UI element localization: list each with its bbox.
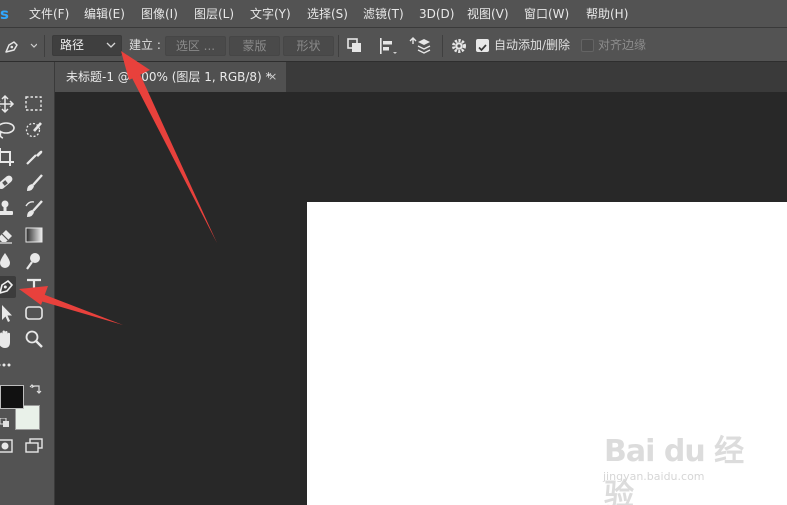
align-left-icon [380, 38, 397, 54]
eraser-tool[interactable] [0, 224, 16, 246]
menu-3d[interactable]: 3D(D) [419, 0, 454, 28]
dodge-tool[interactable] [23, 250, 45, 272]
blur-tool[interactable] [0, 250, 16, 272]
auto-add-delete-checkbox[interactable] [476, 39, 489, 52]
divider [338, 35, 339, 57]
magnifier-icon [25, 330, 43, 348]
chevron-down-icon [106, 42, 116, 48]
pen-icon [0, 280, 13, 294]
menu-view[interactable]: 视图(V) [467, 0, 509, 28]
tool-preset-picker[interactable] [3, 37, 38, 55]
document-tab-title: 未标题-1 @ 100% (图层 1, RGB/8) * [66, 70, 272, 84]
path-selection-tool[interactable] [0, 302, 16, 324]
move-icon [0, 94, 15, 114]
align-edges-label: 对齐边缘 [598, 38, 647, 52]
clone-stamp-tool[interactable] [0, 198, 16, 220]
menu-help[interactable]: 帮助(H) [586, 0, 628, 28]
brush-tool[interactable] [23, 172, 45, 194]
menu-window[interactable]: 窗口(W) [524, 0, 569, 28]
type-icon [27, 278, 41, 295]
pen-mode-value: 路径 [60, 38, 85, 52]
make-mask-button[interactable]: 蒙版 [229, 36, 280, 56]
default-colors-icon [0, 417, 9, 427]
arrow-pointer-icon [2, 305, 12, 322]
rectangle-tool[interactable] [23, 302, 45, 324]
quick-mask-button[interactable] [0, 435, 16, 457]
edit-toolbar[interactable] [0, 354, 16, 376]
arrange-layers-icon [409, 37, 431, 54]
gear-icon [452, 39, 466, 53]
menu-edit[interactable]: 编辑(E) [84, 0, 125, 28]
screen-mode-icon [25, 438, 43, 453]
menu-filter[interactable]: 滤镜(T) [363, 0, 404, 28]
default-colors-button[interactable] [0, 415, 12, 427]
path-arrangement-button[interactable] [408, 35, 434, 57]
tools-panel [0, 62, 55, 505]
path-alignment-button[interactable] [377, 36, 399, 56]
rounded-rect-icon [25, 306, 43, 320]
path-operations-icon [347, 38, 361, 52]
swap-arrow-icon [29, 384, 42, 394]
menu-select[interactable]: 选择(S) [307, 0, 348, 28]
healing-brush-tool[interactable] [0, 172, 16, 194]
more-dots-icon [0, 363, 11, 367]
crop-icon [0, 148, 14, 166]
watermark-url: jingyan.baidu.com [603, 470, 705, 483]
water-drop-icon [0, 253, 10, 268]
checkmark-icon [478, 44, 487, 52]
photoshop-window: s 文件(F) 编辑(E) 图像(I) 图层(L) 文字(Y) 选择(S) 滤镜… [0, 0, 787, 505]
quick-mask-icon [0, 439, 13, 453]
menu-bar: s 文件(F) 编辑(E) 图像(I) 图层(L) 文字(Y) 选择(S) 滤镜… [0, 0, 787, 28]
make-shape-button[interactable]: 形状 [283, 36, 334, 56]
bandage-icon [0, 175, 13, 190]
quick-selection-icon [25, 122, 42, 138]
quick-selection-tool[interactable] [23, 119, 45, 141]
eyedropper-tool[interactable] [23, 146, 45, 168]
brush-icon [27, 174, 43, 191]
document-tab[interactable]: 未标题-1 @ 100% (图层 1, RGB/8) * × [55, 62, 286, 92]
photoshop-logo: s [0, 5, 9, 23]
marquee-icon [25, 96, 42, 111]
menu-image[interactable]: 图像(I) [141, 0, 178, 28]
gradient-tool[interactable] [23, 224, 45, 246]
options-bar: 路径 建立 : 选区 ... 蒙版 形状 自动添加/删除 对齐边缘 [0, 28, 787, 62]
eraser-icon [0, 230, 12, 244]
gradient-icon [25, 227, 43, 243]
menu-type[interactable]: 文字(Y) [250, 0, 291, 28]
make-selection-button[interactable]: 选区 ... [165, 36, 226, 56]
zoom-tool[interactable] [23, 328, 45, 350]
move-tool[interactable] [0, 93, 16, 115]
menu-file[interactable]: 文件(F) [29, 0, 69, 28]
watermark: Bai du 经验 jingyan.baidu.com [600, 426, 750, 505]
make-label: 建立 : [129, 38, 161, 52]
path-options-button[interactable] [449, 36, 469, 56]
foreground-color-swatch[interactable] [0, 385, 24, 409]
stamp-icon [0, 200, 13, 215]
history-brush-icon [25, 200, 43, 217]
divider [44, 35, 45, 57]
hand-icon [0, 330, 10, 348]
pen-preset-icon [5, 41, 38, 53]
path-operations-button[interactable] [344, 36, 366, 56]
lasso-tool[interactable] [0, 119, 16, 141]
type-tool[interactable] [23, 276, 45, 298]
lasso-icon [0, 122, 15, 139]
menu-layer[interactable]: 图层(L) [194, 0, 234, 28]
history-brush-tool[interactable] [23, 198, 45, 220]
swap-colors-button[interactable] [29, 382, 43, 396]
watermark-text: Bai du 经验 [604, 434, 744, 505]
align-edges-checkbox[interactable] [581, 39, 594, 52]
dodge-icon [26, 253, 40, 270]
pen-mode-dropdown[interactable]: 路径 [52, 35, 122, 56]
pen-tool[interactable] [0, 276, 16, 298]
screen-mode-button[interactable] [23, 435, 45, 457]
close-tab-button[interactable]: × [268, 62, 277, 92]
divider [442, 35, 443, 57]
crop-tool[interactable] [0, 146, 16, 168]
rect-marquee-tool[interactable] [23, 93, 45, 115]
hand-tool[interactable] [0, 328, 16, 350]
auto-add-delete-label: 自动添加/删除 [494, 38, 571, 52]
eyedropper-icon [26, 150, 43, 165]
document-tab-bar: 未标题-1 @ 100% (图层 1, RGB/8) * × [55, 62, 787, 92]
